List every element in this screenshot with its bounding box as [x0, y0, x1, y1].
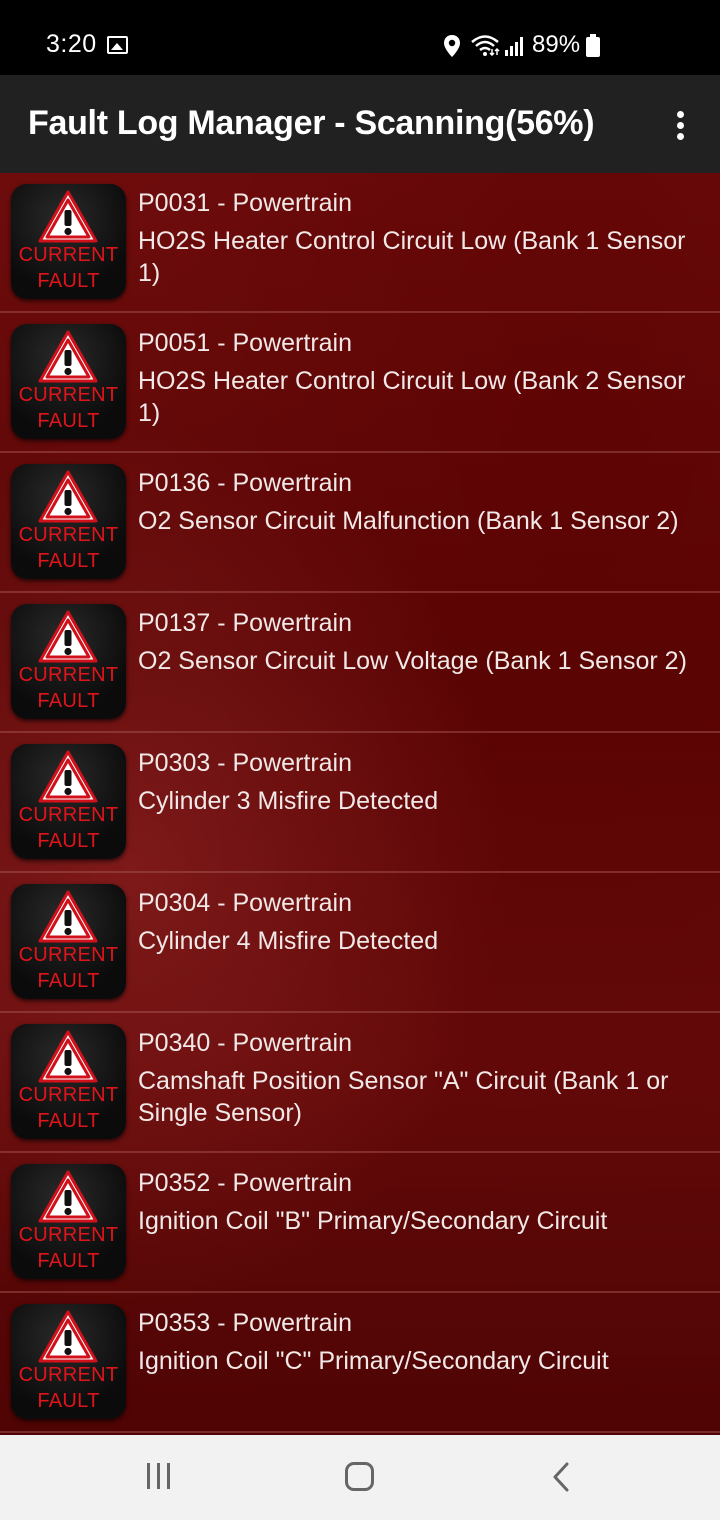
fault-code: P0340 - Powertrain — [138, 1029, 353, 1057]
warning-icon — [38, 1030, 98, 1083]
badge-current-label: CURRENT — [18, 664, 119, 686]
badge-fault-label: FAULT — [37, 270, 100, 292]
badge-fault-label: FAULT — [37, 830, 100, 852]
signal-icon — [505, 37, 523, 56]
warning-icon — [38, 1170, 98, 1223]
badge-fault-label: FAULT — [37, 410, 100, 432]
fault-description: O2 Sensor Circuit Low Voltage (Bank 1 Se… — [138, 647, 687, 675]
current-fault-badge: CURRENT FAULT — [11, 1024, 126, 1139]
fault-code: P0136 - Powertrain — [138, 469, 353, 497]
current-fault-badge: CURRENT FAULT — [11, 1304, 126, 1419]
badge-current-label: CURRENT — [18, 384, 119, 406]
fault-description: Camshaft Position Sensor "A" Circuit (Ba… — [138, 1067, 669, 1127]
app-title: Fault Log Manager - Scanning(56%) — [28, 104, 595, 142]
warning-icon — [38, 190, 98, 243]
fault-description: HO2S Heater Control Circuit Low (Bank 1 … — [138, 227, 686, 287]
fault-code: P0137 - Powertrain — [138, 609, 353, 637]
battery-percent: 89% — [532, 31, 581, 58]
fault-list-item[interactable]: CURRENT FAULT P0136 - Powertrain O2 Sens… — [0, 453, 720, 593]
warning-icon — [38, 890, 98, 943]
current-fault-badge: CURRENT FAULT — [11, 1164, 126, 1279]
more-vert-icon[interactable] — [662, 103, 698, 147]
warning-icon — [38, 330, 98, 383]
fault-list-item[interactable]: CURRENT FAULT P0137 - Powertrain O2 Sens… — [0, 593, 720, 733]
image-icon — [107, 36, 128, 54]
badge-fault-label: FAULT — [37, 690, 100, 712]
warning-icon — [38, 1310, 98, 1363]
battery-icon — [586, 34, 600, 57]
fault-list-item[interactable]: CURRENT FAULT P0340 - Powertrain Camshaf… — [0, 1013, 720, 1153]
badge-current-label: CURRENT — [18, 1364, 119, 1386]
navigation-bar — [0, 1435, 720, 1520]
fault-description: Ignition Coil "B" Primary/Secondary Circ… — [138, 1207, 608, 1235]
badge-current-label: CURRENT — [18, 1084, 119, 1106]
current-fault-badge: CURRENT FAULT — [11, 184, 126, 299]
current-fault-badge: CURRENT FAULT — [11, 604, 126, 719]
warning-icon — [38, 610, 98, 663]
wifi-icon — [471, 35, 500, 56]
badge-current-label: CURRENT — [18, 244, 119, 266]
back-icon[interactable] — [550, 1461, 572, 1493]
badge-current-label: CURRENT — [18, 1224, 119, 1246]
badge-current-label: CURRENT — [18, 944, 119, 966]
status-time: 3:20 — [46, 30, 97, 58]
warning-icon — [38, 750, 98, 803]
fault-list-item[interactable]: CURRENT FAULT P0304 - Powertrain Cylinde… — [0, 873, 720, 1013]
badge-current-label: CURRENT — [18, 524, 119, 546]
fault-description: Cylinder 3 Misfire Detected — [138, 787, 439, 815]
status-bar: 3:20 89% — [0, 0, 720, 75]
badge-current-label: CURRENT — [18, 804, 119, 826]
home-icon[interactable] — [345, 1462, 374, 1491]
fault-list-item[interactable]: CURRENT FAULT P0303 - Powertrain Cylinde… — [0, 733, 720, 873]
badge-fault-label: FAULT — [37, 1110, 100, 1132]
app-bar: Fault Log Manager - Scanning(56%) — [0, 75, 720, 173]
fault-description: O2 Sensor Circuit Malfunction (Bank 1 Se… — [138, 507, 679, 535]
warning-icon — [38, 470, 98, 523]
fault-description: Ignition Coil "C" Primary/Secondary Circ… — [138, 1347, 609, 1375]
location-icon — [444, 35, 460, 57]
fault-list-item[interactable]: CURRENT FAULT P0051 - Powertrain HO2S He… — [0, 313, 720, 453]
fault-description: Cylinder 4 Misfire Detected — [138, 927, 439, 955]
fault-list-item[interactable]: CURRENT FAULT P0031 - Powertrain HO2S He… — [0, 173, 720, 313]
fault-list-item[interactable]: CURRENT FAULT P0353 - Powertrain Ignitio… — [0, 1293, 720, 1433]
fault-code: P0303 - Powertrain — [138, 749, 353, 777]
fault-code: P0304 - Powertrain — [138, 889, 353, 917]
badge-fault-label: FAULT — [37, 970, 100, 992]
current-fault-badge: CURRENT FAULT — [11, 744, 126, 859]
current-fault-badge: CURRENT FAULT — [11, 324, 126, 439]
fault-code: P0031 - Powertrain — [138, 189, 353, 217]
current-fault-badge: CURRENT FAULT — [11, 464, 126, 579]
fault-description: HO2S Heater Control Circuit Low (Bank 2 … — [138, 367, 686, 427]
fault-list[interactable]: CURRENT FAULT P0031 - Powertrain HO2S He… — [0, 173, 720, 1435]
fault-code: P0353 - Powertrain — [138, 1309, 353, 1337]
fault-code: P0352 - Powertrain — [138, 1169, 353, 1197]
badge-fault-label: FAULT — [37, 1250, 100, 1272]
current-fault-badge: CURRENT FAULT — [11, 884, 126, 999]
badge-fault-label: FAULT — [37, 1390, 100, 1412]
fault-list-item[interactable]: CURRENT FAULT P0352 - Powertrain Ignitio… — [0, 1153, 720, 1293]
badge-fault-label: FAULT — [37, 550, 100, 572]
recents-icon[interactable] — [145, 1463, 173, 1489]
fault-code: P0051 - Powertrain — [138, 329, 353, 357]
